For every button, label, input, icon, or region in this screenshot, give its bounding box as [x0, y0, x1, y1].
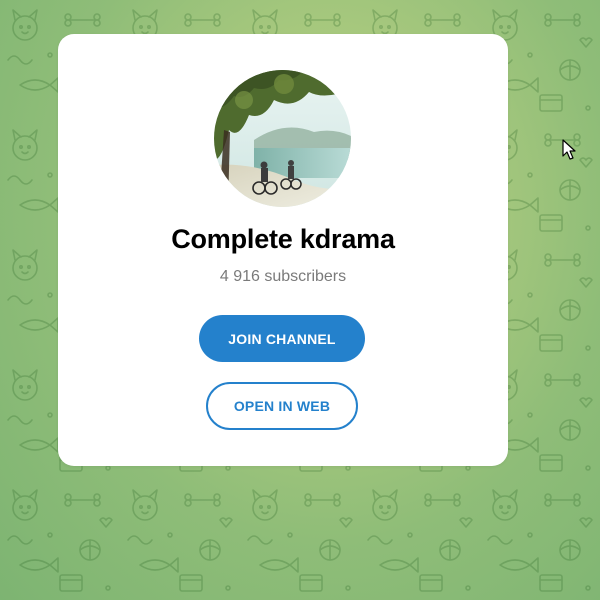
- mouse-pointer-icon: [562, 139, 576, 160]
- join-channel-label: JOIN CHANNEL: [228, 330, 336, 347]
- join-channel-button[interactable]: JOIN CHANNEL: [199, 315, 365, 362]
- open-in-web-label: OPEN IN WEB: [233, 398, 331, 414]
- channel-card: Complete kdrama 4 916 subscribers JOIN C…: [58, 34, 508, 466]
- subscriber-count: 4 916 subscribers: [219, 268, 347, 285]
- channel-title: Complete kdrama: [171, 224, 395, 254]
- open-in-web-button[interactable]: OPEN IN WEB: [206, 382, 358, 430]
- channel-avatar: [214, 70, 351, 207]
